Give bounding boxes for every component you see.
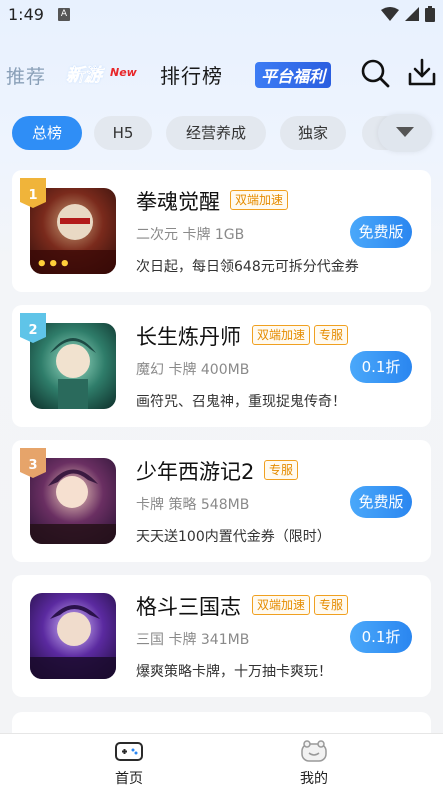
game-card[interactable]: 2 长生炼丹师 双端加速 专服 魔幻 卡牌 400MB 画符咒、召鬼神，重现捉鬼… — [12, 305, 431, 427]
rank-badge-icon: 2 — [20, 313, 46, 343]
bottom-nav-home[interactable]: 首页 — [89, 738, 169, 788]
game-meta: 三国 卡牌 341MB — [136, 632, 250, 648]
game-name: 少年西游记2 — [136, 460, 255, 484]
game-art-icon — [30, 605, 116, 679]
bottom-nav-mine-label: 我的 — [300, 771, 328, 787]
tag-badge: 双端加速 — [252, 325, 311, 345]
search-icon — [361, 59, 390, 88]
game-action-button[interactable]: 免费版 — [350, 486, 412, 518]
top-nav: 推荐 新游 New 排行榜 平台福利 — [0, 48, 443, 98]
download-button[interactable] — [408, 58, 436, 88]
tag-badge: 双端加速 — [230, 190, 289, 210]
tag-badge: 专服 — [314, 595, 349, 615]
game-name: 格斗三国志 — [136, 595, 241, 619]
nav-welfare-label: 平台福利 — [255, 62, 332, 88]
game-action-button[interactable]: 0.1折 — [350, 621, 412, 653]
new-badge: New — [110, 66, 137, 79]
svg-text:•••: ••• — [36, 254, 71, 274]
bottom-nav-home-label: 首页 — [115, 771, 143, 787]
tab-exclusive[interactable]: 独家 — [280, 116, 346, 150]
profile-icon — [301, 740, 327, 762]
nav-ranking[interactable]: 排行榜 — [160, 60, 223, 89]
status-bar: 1:49 A — [0, 0, 443, 30]
notification-icon: A — [58, 8, 70, 21]
game-tags: 双端加速 — [230, 190, 289, 210]
rank-badge-icon: 3 — [20, 448, 46, 478]
game-card[interactable]: 3 少年西游记2 专服 卡牌 策略 548MB 天天送100内置代金券（限时） … — [12, 440, 431, 562]
game-icon — [30, 593, 116, 679]
wifi-icon — [381, 7, 399, 21]
status-time: 1:49 — [8, 5, 44, 24]
game-tags: 专服 — [264, 460, 299, 480]
chevron-down-icon — [396, 127, 414, 137]
game-card[interactable]: ••• 1 拳魂觉醒 双端加速 二次元 卡牌 1GB 次日起，每日领648元可拆… — [12, 170, 431, 292]
search-button[interactable] — [360, 58, 390, 88]
tag-badge: 专服 — [264, 460, 299, 480]
tabs-expand-button[interactable] — [378, 114, 432, 152]
tab-overall[interactable]: 总榜 — [12, 116, 82, 150]
nav-recommend[interactable]: 推荐 — [6, 62, 46, 89]
rank-number: 2 — [28, 323, 37, 338]
game-description: 天天送100内置代金券（限时） — [136, 529, 331, 545]
rank-badge-icon: 1 — [20, 178, 46, 208]
nav-welfare[interactable]: 平台福利 — [255, 62, 335, 88]
game-name: 拳魂觉醒 — [136, 190, 220, 214]
battery-icon — [425, 6, 435, 22]
game-tags: 双端加速 专服 — [252, 325, 349, 345]
game-action-button[interactable]: 0.1折 — [350, 351, 412, 383]
gamepad-icon — [115, 742, 143, 761]
game-meta: 魔幻 卡牌 400MB — [136, 362, 250, 378]
download-icon — [408, 58, 436, 86]
game-meta: 卡牌 策略 548MB — [136, 497, 250, 513]
signal-icon — [405, 7, 419, 21]
game-name: 长生炼丹师 — [136, 325, 241, 349]
status-icons — [381, 6, 435, 22]
tab-management[interactable]: 经营养成 — [166, 116, 266, 150]
game-meta: 二次元 卡牌 1GB — [136, 227, 245, 243]
game-action-button[interactable]: 免费版 — [350, 216, 412, 248]
rank-number: 1 — [28, 188, 37, 203]
game-description: 爆爽策略卡牌，十万抽卡爽玩！ — [136, 664, 332, 680]
tag-badge: 双端加速 — [252, 595, 311, 615]
nav-new-games[interactable]: 新游 New — [66, 60, 138, 88]
game-description: 画符咒、召鬼神，重现捉鬼传奇！ — [136, 394, 346, 410]
bottom-nav-mine[interactable]: 我的 — [274, 738, 354, 788]
tag-badge: 专服 — [314, 325, 349, 345]
rank-number: 3 — [28, 458, 37, 473]
bottom-nav: 首页 我的 — [0, 733, 443, 789]
tab-h5[interactable]: H5 — [94, 116, 152, 150]
game-tags: 双端加速 专服 — [252, 595, 349, 615]
game-description: 次日起，每日领648元可拆分代金券 — [136, 259, 359, 275]
game-card[interactable]: 格斗三国志 双端加速 专服 三国 卡牌 341MB 爆爽策略卡牌，十万抽卡爽玩！… — [12, 575, 431, 697]
nav-new-games-label: 新游 — [66, 65, 103, 87]
